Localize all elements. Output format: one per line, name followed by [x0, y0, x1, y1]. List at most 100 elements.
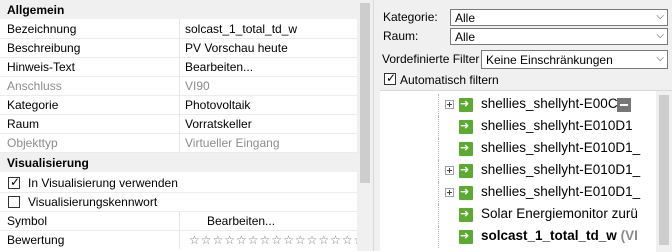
scrollbar-thumb[interactable] [360, 3, 370, 183]
prop-row-objekttyp: Objekttyp Virtueller Eingang [0, 133, 357, 153]
grid-divider [179, 19, 180, 38]
prop-key: Kategorie [7, 98, 59, 112]
grid-divider [179, 114, 180, 133]
green-arrow-icon [459, 229, 473, 244]
vis-use-checkbox[interactable]: ✓ [8, 175, 21, 189]
tree-guide [438, 94, 440, 116]
green-arrow-icon [459, 163, 473, 178]
prop-row-symbol[interactable]: Symbol Bearbeiten... [0, 211, 357, 231]
raum-label: Raum: [383, 29, 419, 43]
prop-row-hinweis-text[interactable]: Hinweis-Text Bearbeiten... [0, 57, 357, 77]
prop-row-raum[interactable]: Raum Vorratskeller [0, 114, 357, 134]
chevron-down-icon: ⌵ [656, 30, 664, 41]
tree-item[interactable]: shellies_shellyht-E010D1_ [380, 182, 672, 204]
grid-divider [179, 133, 180, 152]
grid-divider [179, 95, 180, 114]
raum-select[interactable]: Alle ⌵ [450, 28, 668, 45]
property-grid-scrollbar[interactable] [357, 0, 373, 251]
tree-item-name: solcast_1_total_td_w [481, 228, 617, 243]
prop-value[interactable]: Vorratskeller [185, 117, 252, 131]
object-tree: shellies_shellyht-E00C shellies_shellyht… [380, 90, 672, 252]
green-arrow-icon [459, 185, 473, 200]
tree-item-label: shellies_shellyht-E010D1_ [481, 184, 641, 199]
prop-key: Bezeichnung [7, 22, 77, 36]
object-browser-panel: Kategorie: Alle ⌵ Raum: Alle ⌵ Vordefini… [380, 0, 672, 252]
section-title: Allgemein [7, 3, 65, 17]
tree-item-label: shellies_shellyht-E010D1_ [481, 140, 641, 155]
section-header-visualisierung[interactable]: Visualisierung [0, 153, 357, 172]
prop-row-vis-use[interactable]: ✓ In Visualisierung verwenden [0, 173, 357, 193]
chevron-down-icon: ⌵ [656, 53, 664, 64]
tree-item[interactable]: shellies_shellyht-E010D1_ [380, 138, 672, 160]
vordef-filter-label: Vordefinierte Filter [382, 52, 480, 66]
green-arrow-icon [459, 207, 473, 222]
tree-item[interactable]: shellies_shellyht-E010D1_ [380, 160, 672, 182]
green-arrow-icon [459, 119, 473, 134]
checkmark-icon: ✓ [10, 175, 21, 189]
tree-item-label: shellies_shellyht-E010D1_ [481, 162, 641, 177]
tree-item-label: Solar Energiemonitor zurü [481, 206, 638, 221]
tree-item-suffix: (VI [620, 228, 638, 243]
prop-value[interactable]: PV Vorschau heute [185, 41, 288, 55]
prop-value: Virtueller Eingang [185, 136, 280, 150]
section-header-general[interactable]: Allgemein [0, 0, 357, 19]
prop-key: Hinweis-Text [7, 60, 76, 74]
prop-key: Beschreibung [7, 41, 81, 55]
tree-item-selected[interactable]: solcast_1_total_td_w (VI [380, 226, 672, 248]
prop-row-vis-kennwort[interactable]: Visualisierungskennwort [0, 192, 357, 212]
auto-filter-checkbox[interactable]: ✓ [384, 71, 396, 85]
tree-guide [438, 138, 440, 160]
tree-item[interactable]: Solar Energiemonitor zurü [380, 204, 672, 226]
green-arrow-icon [459, 141, 473, 156]
tree-guide [438, 160, 440, 182]
tree-item[interactable]: shellies_shellyht-E00C [380, 94, 672, 116]
prop-key: Objekttyp [7, 136, 58, 150]
raum-value: Alle [455, 30, 476, 44]
filter-bar: Kategorie: Alle ⌵ Raum: Alle ⌵ Vordefini… [380, 0, 672, 90]
prop-key: Raum [7, 117, 40, 131]
prop-key: Anschluss [7, 79, 62, 93]
grid-divider [179, 38, 180, 57]
tree-guide [438, 116, 440, 138]
prop-value-edit-link[interactable]: Bearbeiten... [185, 60, 253, 74]
tree-guide [438, 226, 440, 248]
prop-row-bezeichnung[interactable]: Bezeichnung solcast_1_total_td_w [0, 19, 357, 39]
grid-divider [179, 230, 180, 249]
vis-kennwort-checkbox[interactable] [8, 196, 20, 208]
prop-key: Symbol [7, 214, 48, 228]
vordef-filter-select[interactable]: Keine Einschränkungen ⌵ [481, 50, 668, 69]
prop-row-anschluss: Anschluss VI90 [0, 76, 357, 96]
grid-divider [179, 76, 180, 95]
vordef-filter-value: Keine Einschränkungen [486, 53, 613, 67]
property-grid: Allgemein Bezeichnung solcast_1_total_td… [0, 0, 373, 251]
prop-row-beschreibung[interactable]: Beschreibung PV Vorschau heute [0, 38, 357, 58]
tree-scrollbar[interactable] [656, 91, 672, 252]
grid-divider [179, 211, 180, 230]
prop-value: VI90 [185, 79, 210, 93]
chevron-down-icon: ⌵ [656, 11, 664, 22]
vis-kennwort-label: Visualisierungskennwort [28, 195, 158, 209]
grid-divider [179, 57, 180, 76]
symbol-edit-link[interactable]: Bearbeiten... [207, 214, 275, 228]
vis-use-label: In Visualisierung verwenden [28, 176, 178, 190]
kategorie-select[interactable]: Alle ⌵ [450, 9, 668, 26]
plus-box-icon[interactable] [445, 188, 454, 197]
prop-key: Bewertung [7, 233, 65, 247]
minus-icon[interactable] [617, 98, 631, 112]
prop-row-kategorie[interactable]: Kategorie Photovoltaik [0, 95, 357, 115]
plus-box-icon[interactable] [445, 100, 454, 109]
prop-value[interactable]: Photovoltaik [185, 98, 250, 112]
tree-item-label: solcast_1_total_td_w (VI [481, 228, 638, 243]
tree-item-label: shellies_shellyht-E010D1 [481, 118, 633, 133]
green-arrow-icon [459, 97, 473, 112]
section-title: Visualisierung [7, 156, 89, 170]
scrollbar-thumb[interactable] [659, 95, 669, 245]
auto-filter-label: Automatisch filtern [400, 73, 499, 87]
plus-box-icon[interactable] [445, 166, 454, 175]
prop-value[interactable]: solcast_1_total_td_w [185, 22, 297, 36]
rating-stars[interactable]: ☆☆☆☆☆☆☆☆☆☆☆☆☆☆☆ [189, 233, 365, 247]
prop-row-bewertung[interactable]: Bewertung ☆☆☆☆☆☆☆☆☆☆☆☆☆☆☆ [0, 230, 364, 249]
kategorie-value: Alle [455, 11, 476, 25]
kategorie-label: Kategorie: [383, 10, 438, 24]
tree-item[interactable]: shellies_shellyht-E010D1 [380, 116, 672, 138]
